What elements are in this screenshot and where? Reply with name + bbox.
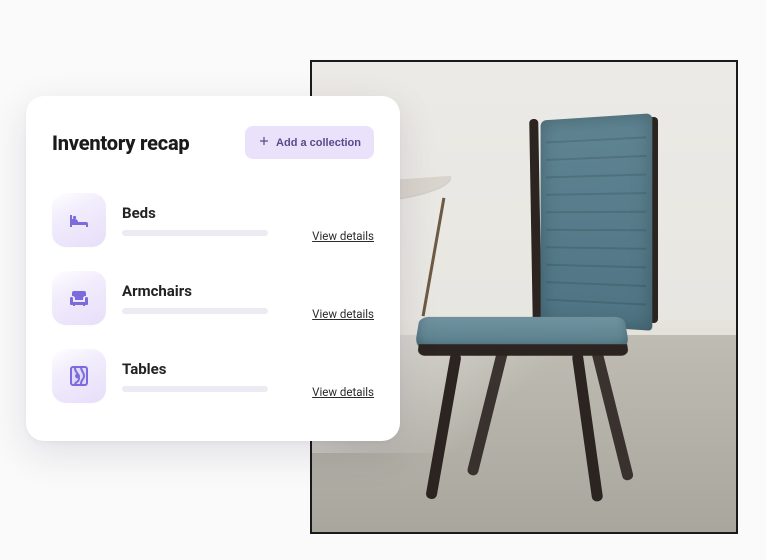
list-item-body: Armchairs: [122, 282, 296, 314]
armchair-icon: [52, 271, 106, 325]
item-name: Armchairs: [122, 282, 296, 300]
progress-bar: [122, 230, 268, 236]
list-item-body: Tables: [122, 360, 296, 392]
list-item: Tables View details: [52, 337, 374, 415]
plus-icon: [258, 135, 270, 150]
progress-bar: [122, 386, 268, 392]
add-collection-label: Add a collection: [276, 137, 361, 149]
item-name: Beds: [122, 204, 296, 222]
card-header: Inventory recap Add a collection: [52, 126, 374, 159]
view-details-link[interactable]: View details: [312, 385, 374, 399]
list-item: Armchairs View details: [52, 259, 374, 337]
wood-icon: [52, 349, 106, 403]
chair-illustration: [412, 117, 662, 477]
add-collection-button[interactable]: Add a collection: [245, 126, 374, 159]
card-title: Inventory recap: [52, 131, 190, 155]
list-item: Beds View details: [52, 181, 374, 259]
view-details-link[interactable]: View details: [312, 229, 374, 243]
list-item-body: Beds: [122, 204, 296, 236]
inventory-recap-card: Inventory recap Add a collection Beds Vi…: [26, 96, 400, 441]
view-details-link[interactable]: View details: [312, 307, 374, 321]
item-name: Tables: [122, 360, 296, 378]
progress-bar: [122, 308, 268, 314]
bed-icon: [52, 193, 106, 247]
